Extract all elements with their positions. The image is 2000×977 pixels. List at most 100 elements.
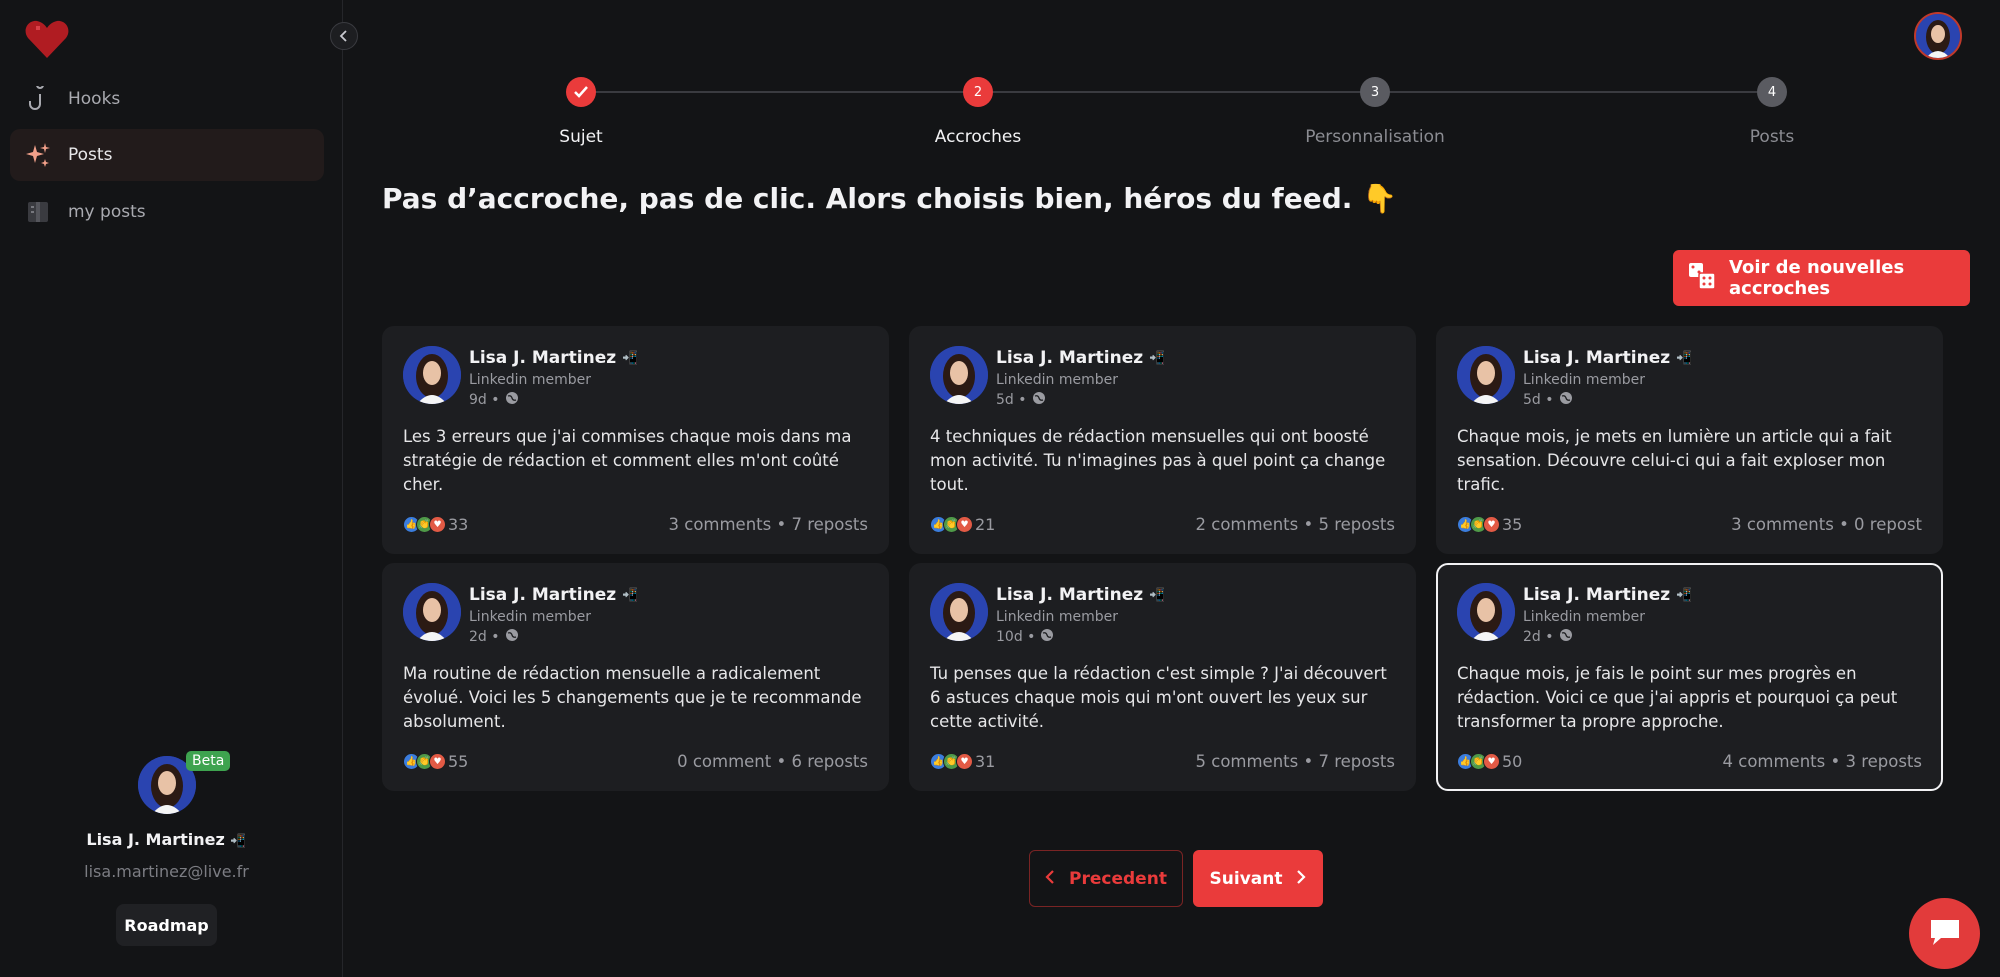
chat-icon — [1927, 916, 1963, 952]
sidebar-item-posts[interactable]: Posts — [10, 129, 324, 181]
reaction-count: 31 — [975, 752, 996, 771]
collapse-sidebar-button[interactable] — [330, 22, 358, 50]
sidebar-item-my-posts[interactable]: my posts — [10, 186, 324, 238]
post-time: 2d • — [469, 629, 500, 645]
new-hooks-button[interactable]: Voir de nouvelles accroches — [1673, 250, 1970, 306]
author-name: Lisa J. Martinez — [469, 348, 617, 368]
phone-icon: 📲 — [622, 587, 639, 603]
sidebar-item-label: Posts — [68, 145, 113, 165]
step-label-accroches: Accroches — [934, 127, 1022, 147]
post-stats: 4 comments • 3 reposts — [1722, 752, 1923, 771]
profile-email: lisa.martinez@live.fr — [84, 862, 249, 881]
avatar — [1457, 346, 1515, 404]
globe-icon — [1559, 628, 1573, 646]
globe-icon — [1040, 628, 1054, 646]
notebook-icon — [24, 198, 52, 226]
reaction-count: 33 — [448, 515, 469, 534]
post-time: 5d • — [996, 392, 1027, 408]
step-2-number[interactable]: 2 — [963, 77, 993, 107]
author-name: Lisa J. Martinez — [1523, 348, 1671, 368]
phone-icon: 📲 — [1676, 587, 1693, 603]
step-connector — [595, 91, 964, 93]
author-subtitle: Linkedin member — [469, 609, 592, 625]
step-3-number[interactable]: 3 — [1360, 77, 1390, 107]
hook-card[interactable]: Lisa J. Martinez 📲 Linkedin member 5d • … — [909, 326, 1416, 554]
profile-name: Lisa J. Martinez 📲 — [86, 830, 247, 849]
post-stats: 2 comments • 5 reposts — [1195, 515, 1396, 534]
phone-icon: 📲 — [230, 834, 247, 849]
author-name: Lisa J. Martinez — [996, 585, 1144, 605]
author-subtitle: Linkedin member — [1523, 372, 1646, 388]
chevron-left-icon — [339, 27, 349, 46]
avatar — [403, 346, 461, 404]
step-label-personnalisation: Personnalisation — [1305, 127, 1445, 147]
author-name: Lisa J. Martinez — [469, 585, 617, 605]
globe-icon — [1032, 391, 1046, 409]
beta-badge: Beta — [186, 751, 231, 771]
roadmap-button[interactable]: Roadmap — [116, 904, 217, 946]
sidebar: Hooks Posts my posts Beta Lisa J. Martin… — [0, 0, 343, 977]
love-reaction-icon: ♥ — [429, 516, 446, 533]
phone-icon: 📲 — [1676, 350, 1693, 366]
step-label-posts: Posts — [1749, 127, 1795, 147]
hook-text: Chaque mois, je fais le point sur mes pr… — [1457, 664, 1898, 731]
reaction-count: 55 — [448, 752, 469, 771]
author-subtitle: Linkedin member — [469, 372, 592, 388]
author-subtitle: Linkedin member — [996, 372, 1119, 388]
post-time: 5d • — [1523, 392, 1554, 408]
previous-label: Precedent — [1069, 868, 1167, 889]
new-hooks-label: Voir de nouvelles accroches — [1729, 257, 1905, 299]
avatar — [930, 583, 988, 641]
reaction-count: 35 — [1502, 515, 1523, 534]
globe-icon — [505, 391, 519, 409]
user-avatar-button[interactable] — [1914, 12, 1962, 60]
post-time: 9d • — [469, 392, 500, 408]
post-stats: 3 comments • 0 repost — [1731, 515, 1922, 534]
chat-button[interactable] — [1909, 898, 1980, 969]
love-reaction-icon: ♥ — [956, 753, 973, 770]
reaction-count: 21 — [975, 515, 996, 534]
author-subtitle: Linkedin member — [996, 609, 1119, 625]
sidebar-item-label: my posts — [68, 202, 146, 222]
post-stats: 3 comments • 7 reposts — [668, 515, 869, 534]
post-stats: 5 comments • 7 reposts — [1195, 752, 1396, 771]
post-time: 2d • — [1523, 629, 1554, 645]
hook-card[interactable]: Lisa J. Martinez 📲 Linkedin member 9d • … — [382, 326, 889, 554]
previous-button[interactable]: Precedent — [1029, 850, 1183, 907]
dice-icon — [1687, 261, 1717, 296]
avatar — [1457, 583, 1515, 641]
hook-card[interactable]: Lisa J. Martinez 📲 Linkedin member 5d • … — [1436, 326, 1943, 554]
phone-icon: 📲 — [1149, 587, 1166, 603]
hook-text: 4 techniques de rédaction mensuelles qui… — [930, 427, 1386, 494]
love-reaction-icon: ♥ — [956, 516, 973, 533]
step-1-check-icon[interactable] — [566, 77, 596, 107]
love-reaction-icon: ♥ — [1483, 516, 1500, 533]
love-reaction-icon: ♥ — [429, 753, 446, 770]
post-stats: 0 comment • 6 reposts — [677, 752, 868, 771]
author-subtitle: Linkedin member — [1523, 609, 1646, 625]
hook-text: Chaque mois, je mets en lumière un artic… — [1457, 427, 1892, 494]
avatar — [930, 346, 988, 404]
phone-icon: 📲 — [1149, 350, 1166, 366]
hook-card[interactable]: Lisa J. Martinez 📲 Linkedin member 2d • … — [1436, 563, 1943, 791]
globe-icon — [505, 628, 519, 646]
hook-card[interactable]: Lisa J. Martinez 📲 Linkedin member 2d • … — [382, 563, 889, 791]
hook-card[interactable]: Lisa J. Martinez 📲 Linkedin member 10d •… — [909, 563, 1416, 791]
hook-icon — [24, 85, 52, 113]
chevron-right-icon — [1296, 869, 1307, 889]
reaction-count: 50 — [1502, 752, 1523, 771]
chevron-left-icon — [1045, 869, 1055, 889]
phone-icon: 📲 — [622, 350, 639, 366]
author-name: Lisa J. Martinez — [1523, 585, 1671, 605]
step-4-number[interactable]: 4 — [1757, 77, 1787, 107]
hook-text: Tu penses que la rédaction c'est simple … — [930, 664, 1387, 731]
sparkles-icon — [24, 141, 52, 169]
sidebar-item-label: Hooks — [68, 89, 121, 109]
author-name: Lisa J. Martinez — [996, 348, 1144, 368]
heart-logo-icon[interactable] — [24, 18, 70, 60]
next-button[interactable]: Suivant — [1193, 850, 1323, 907]
next-label: Suivant — [1209, 868, 1283, 889]
page-title: Pas d’accroche, pas de clic. Alors chois… — [382, 182, 1397, 215]
globe-icon — [1559, 391, 1573, 409]
sidebar-item-hooks[interactable]: Hooks — [10, 73, 324, 125]
